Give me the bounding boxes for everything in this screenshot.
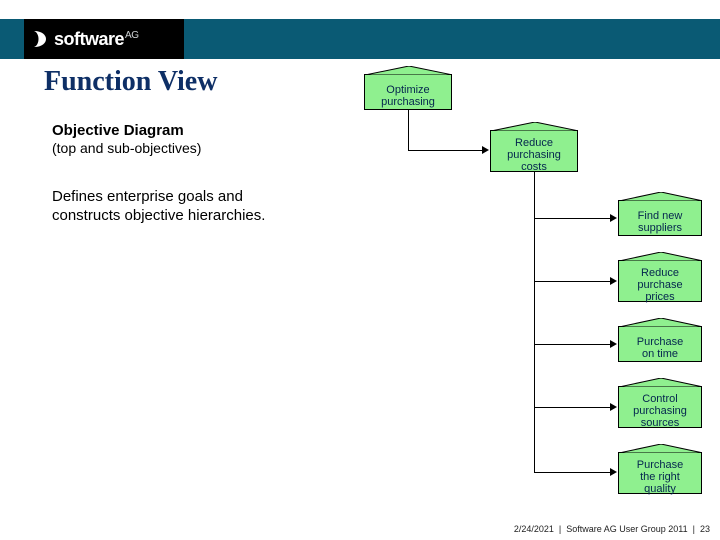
- objective-leaf: Reduce purchase prices: [618, 260, 702, 302]
- connector: [534, 172, 535, 472]
- arrow-right-icon: [610, 277, 617, 285]
- objective-leaf: Control purchasing sources: [618, 386, 702, 428]
- logo-text-main: software: [54, 29, 124, 49]
- node-peak-icon: [365, 66, 451, 75]
- objective-root-label: Optimize purchasing: [381, 84, 435, 108]
- footer-event: Software AG User Group 2011: [566, 524, 687, 534]
- connector: [408, 150, 482, 151]
- footer-date: 2/24/2021: [514, 524, 554, 534]
- logo-mark-icon: [30, 29, 50, 49]
- objective-leaf: Purchase on time: [618, 326, 702, 362]
- objective-leaf-label: Find new suppliers: [638, 210, 683, 234]
- node-peak-icon: [619, 318, 701, 327]
- arrow-right-icon: [610, 340, 617, 348]
- arrow-right-icon: [610, 214, 617, 222]
- arrow-right-icon: [482, 146, 489, 154]
- description: Defines enterprise goals and constructs …: [52, 188, 312, 226]
- objective-root: Optimize purchasing: [364, 74, 452, 110]
- node-peak-icon: [491, 122, 577, 131]
- node-peak-icon: [619, 192, 701, 201]
- connector: [534, 472, 610, 473]
- objective-leaf: Find new suppliers: [618, 200, 702, 236]
- content-area: Function View Objective Diagram (top and…: [0, 60, 720, 540]
- node-peak-icon: [619, 444, 701, 453]
- footer-pagenum: 23: [700, 524, 710, 534]
- subtitle-sub: (top and sub-objectives): [52, 140, 201, 156]
- node-peak-icon: [619, 252, 701, 261]
- objective-leaf-label: Purchase on time: [637, 336, 683, 360]
- connector: [534, 281, 610, 282]
- objective-diagram: Optimize purchasing Reduce purchasing co…: [360, 60, 720, 520]
- header-bar: softwareAG: [0, 0, 720, 60]
- connector: [534, 218, 610, 219]
- arrow-right-icon: [610, 403, 617, 411]
- footer: 2/24/2021 | Software AG User Group 2011 …: [514, 524, 710, 534]
- logo-text-suffix: AG: [125, 30, 138, 41]
- objective-leaf-label: Reduce purchase prices: [637, 267, 682, 303]
- objective-leaf-label: Control purchasing sources: [633, 393, 687, 429]
- arrow-right-icon: [610, 468, 617, 476]
- connector: [408, 110, 409, 150]
- connector: [534, 344, 610, 345]
- objective-leaf: Purchase the right quality: [618, 452, 702, 494]
- brand-logo: softwareAG: [24, 19, 184, 59]
- logo-text: softwareAG: [54, 29, 138, 50]
- objective-child-label: Reduce purchasing costs: [507, 137, 561, 173]
- objective-child: Reduce purchasing costs: [490, 130, 578, 172]
- subtitle: Objective Diagram: [52, 122, 184, 139]
- connector: [534, 407, 610, 408]
- page-title: Function View: [44, 66, 217, 98]
- objective-leaf-label: Purchase the right quality: [637, 459, 683, 495]
- node-peak-icon: [619, 378, 701, 387]
